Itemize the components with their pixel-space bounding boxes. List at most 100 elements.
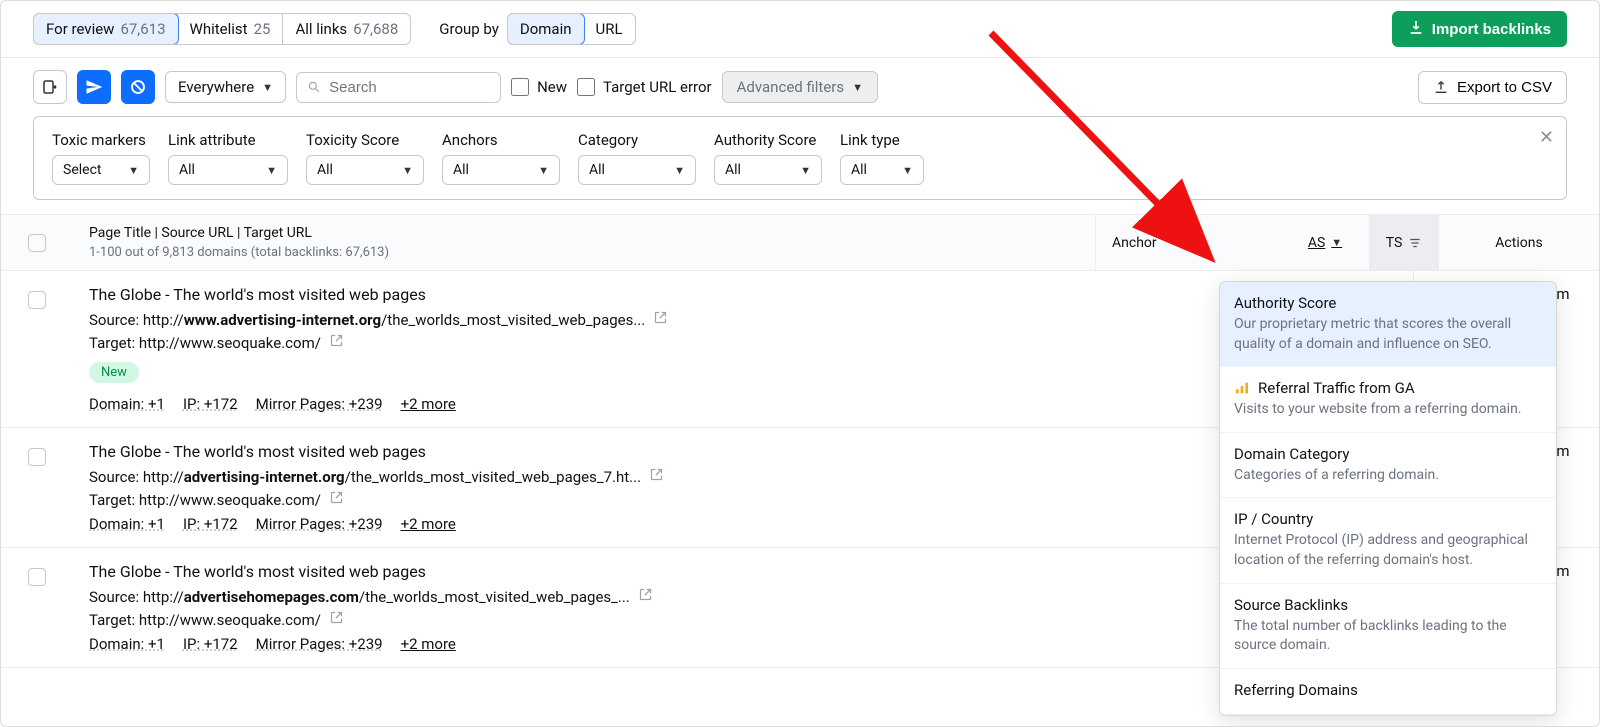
column-header-page: Page Title | Source URL | Target URL 1-1… [73, 215, 1096, 270]
as-option[interactable]: Domain Category Categories of a referring… [1220, 433, 1556, 499]
chevron-down-icon: ▼ [1331, 236, 1342, 249]
advanced-filters-button[interactable]: Advanced filters ▼ [722, 71, 878, 103]
block-icon-button[interactable] [121, 70, 155, 104]
as-option-desc: Categories of a referring domain. [1234, 466, 1542, 486]
external-link-icon[interactable] [638, 587, 653, 606]
meta-ip[interactable]: IP: +172 [183, 395, 238, 413]
meta-domain[interactable]: Domain: +1 [89, 515, 165, 533]
select-all-checkbox[interactable] [28, 234, 46, 252]
as-option[interactable]: IP / Country Internet Protocol (IP) addre… [1220, 498, 1556, 583]
filter-category-select[interactable]: All▼ [578, 155, 696, 185]
row-target: Target: http://www.seoquake.com/ [89, 490, 1397, 509]
filter-anchors-select[interactable]: All▼ [442, 155, 560, 185]
filter-authority-score-select[interactable]: All▼ [714, 155, 822, 185]
search-input-wrapper [296, 72, 501, 103]
as-option[interactable]: Referral Traffic from GAVisits to your w… [1220, 367, 1556, 433]
as-option-title: Authority Score [1234, 294, 1542, 312]
as-option-title: IP / Country [1234, 510, 1542, 528]
column-header-as[interactable]: AS▼ [1281, 215, 1369, 270]
chevron-down-icon: ▼ [262, 81, 273, 94]
target-url-error-checkbox[interactable] [577, 78, 595, 96]
row-title: The Globe - The world's most visited web… [89, 285, 1397, 304]
meta-more[interactable]: +2 more [401, 395, 456, 413]
meta-mirror[interactable]: Mirror Pages: +239 [256, 395, 383, 413]
new-badge: New [89, 362, 139, 383]
meta-domain[interactable]: Domain: +1 [89, 395, 165, 413]
as-option-desc: Our proprietary metric that scores the o… [1234, 315, 1542, 354]
row-main-cell: The Globe - The world's most visited web… [73, 428, 1414, 547]
external-link-icon[interactable] [329, 333, 344, 352]
meta-ip[interactable]: IP: +172 [183, 635, 238, 653]
chevron-down-icon: ▼ [128, 164, 139, 177]
group-by-toggle: Domain URL [507, 13, 636, 45]
meta-ip[interactable]: IP: +172 [183, 515, 238, 533]
row-checkbox[interactable] [28, 291, 46, 309]
row-checkbox[interactable] [28, 568, 46, 586]
target-url-error-checkbox-wrapper[interactable]: Target URL error [577, 78, 712, 96]
chevron-down-icon: ▼ [674, 164, 685, 177]
filter-toxicity-score-select[interactable]: All▼ [306, 155, 424, 185]
select-all-cell [1, 215, 73, 270]
row-meta: Domain: +1 IP: +172 Mirror Pages: +239 +… [89, 395, 1397, 413]
column-header-ts[interactable]: TS [1369, 215, 1439, 270]
external-link-icon[interactable] [329, 610, 344, 629]
search-icon [307, 79, 321, 95]
row-title: The Globe - The world's most visited web… [89, 442, 1397, 461]
filter-category: Category All▼ [578, 131, 696, 185]
filter-link-type: Link type All▼ [840, 131, 924, 185]
row-target: Target: http://www.seoquake.com/ [89, 333, 1397, 352]
chevron-down-icon: ▼ [402, 164, 413, 177]
filter-toxic-markers-select[interactable]: Select▼ [52, 155, 150, 185]
as-option-desc: Visits to your website from a referring … [1234, 400, 1542, 420]
column-header-actions: Actions [1439, 215, 1599, 270]
group-by-domain[interactable]: Domain [507, 13, 585, 45]
as-option-title: Referring Domains [1234, 681, 1542, 699]
row-source: Source: http://www.advertising-internet.… [89, 310, 1397, 329]
meta-mirror[interactable]: Mirror Pages: +239 [256, 515, 383, 533]
tab-label: Whitelist [190, 20, 248, 38]
row-checkbox[interactable] [28, 448, 46, 466]
chevron-down-icon: ▼ [852, 81, 863, 94]
as-option[interactable]: Authority Score Our proprietary metric th… [1220, 282, 1556, 367]
search-input[interactable] [329, 79, 490, 96]
upload-icon [1433, 79, 1449, 95]
meta-domain[interactable]: Domain: +1 [89, 635, 165, 653]
export-icon-button[interactable] [33, 70, 67, 104]
external-link-icon[interactable] [653, 310, 668, 329]
row-check-cell [1, 428, 73, 480]
import-backlinks-button[interactable]: Import backlinks [1392, 11, 1567, 47]
download-icon [1408, 19, 1424, 39]
scope-dropdown[interactable]: Everywhere ▼ [165, 71, 286, 103]
send-icon-button[interactable] [77, 70, 111, 104]
column-header-anchor: Anchor [1096, 215, 1281, 270]
chevron-down-icon: ▼ [902, 164, 913, 177]
new-checkbox[interactable] [511, 78, 529, 96]
tab-whitelist[interactable]: Whitelist 25 [178, 14, 284, 44]
as-option-title: Domain Category [1234, 445, 1542, 463]
row-target: Target: http://www.seoquake.com/ [89, 610, 1397, 629]
external-link-icon[interactable] [649, 467, 664, 486]
close-filters-icon[interactable]: ✕ [1539, 127, 1554, 148]
tab-all-links[interactable]: All links 67,688 [283, 14, 410, 44]
as-option[interactable]: Source BacklinksThe total number of back… [1220, 584, 1556, 669]
row-main-cell: The Globe - The world's most visited web… [73, 271, 1414, 427]
as-option-title: Source Backlinks [1234, 596, 1542, 614]
chevron-down-icon: ▼ [538, 164, 549, 177]
filter-link-type-select[interactable]: All▼ [840, 155, 924, 185]
new-checkbox-wrapper[interactable]: New [511, 78, 567, 96]
external-link-icon[interactable] [329, 490, 344, 509]
meta-more[interactable]: +2 more [401, 515, 456, 533]
group-by-url[interactable]: URL [584, 14, 635, 44]
tab-for-review[interactable]: For review 67,613 [33, 13, 179, 45]
filter-anchors: Anchors All▼ [442, 131, 560, 185]
as-option-desc: Internet Protocol (IP) address and geogr… [1234, 531, 1542, 570]
meta-mirror[interactable]: Mirror Pages: +239 [256, 635, 383, 653]
filter-link-attribute-select[interactable]: All▼ [168, 155, 288, 185]
table-header: Page Title | Source URL | Target URL 1-1… [1, 214, 1599, 271]
meta-more[interactable]: +2 more [401, 635, 456, 653]
row-meta: Domain: +1 IP: +172 Mirror Pages: +239 +… [89, 515, 1397, 533]
chevron-down-icon: ▼ [266, 164, 277, 177]
as-option[interactable]: Referring Domains [1220, 669, 1556, 715]
sort-icon [1408, 236, 1422, 250]
export-csv-button[interactable]: Export to CSV [1418, 71, 1567, 104]
